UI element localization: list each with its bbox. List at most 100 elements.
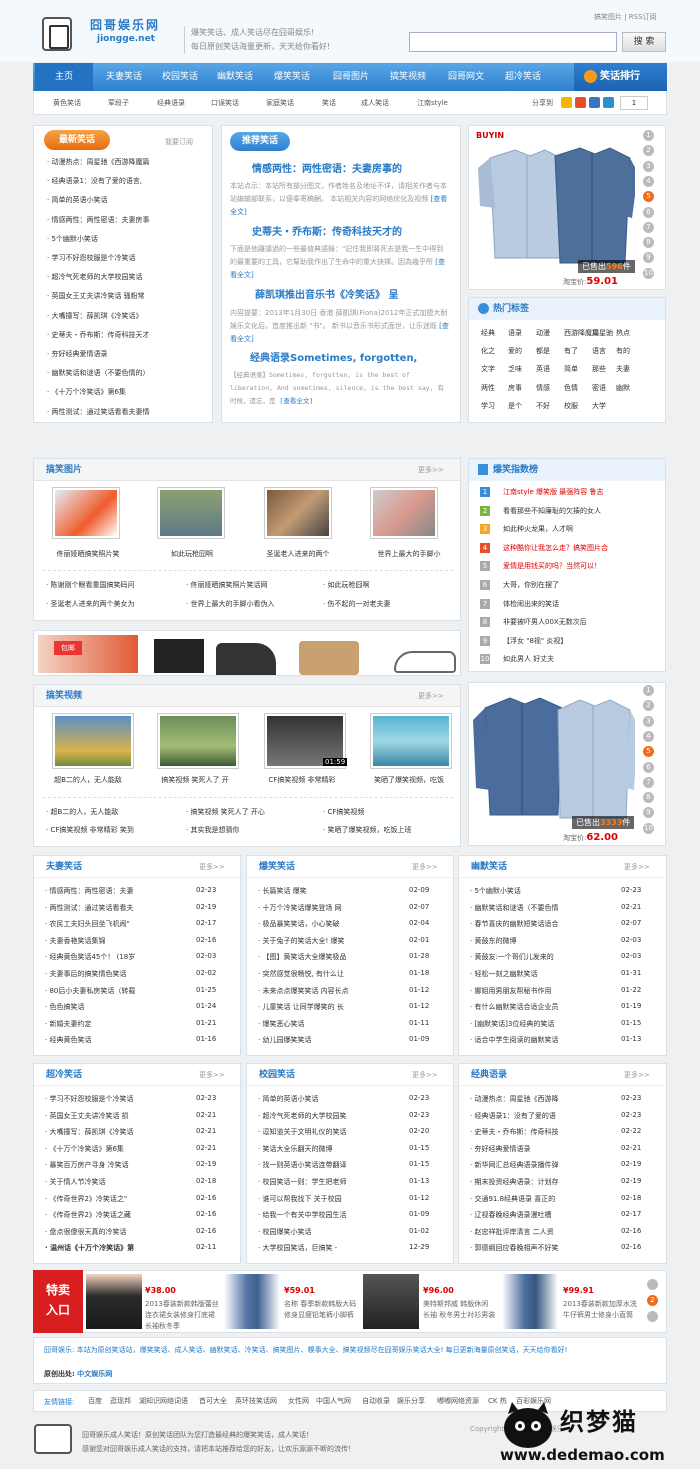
ad-banner[interactable]: 包邮 [33,630,461,676]
weibo-icon[interactable] [575,97,586,108]
product-image[interactable] [470,690,635,825]
subnav-item[interactable]: 笑话 [322,98,336,108]
slider-page-dot[interactable]: 7 [643,776,654,788]
section-item[interactable]: · 英国女王丈夫讲冷笑话 损 [45,1111,191,1121]
section-item[interactable]: · 80后小夫妻私房笑话（转载 [45,986,191,996]
sale-title[interactable]: 特卖 入口 [33,1270,83,1333]
subnav-item[interactable]: 成人笑话 [361,98,389,108]
sale-desc[interactable]: 名称 春季新款韩版大码修身显瘦铅笔裤小脚裤 [284,1299,358,1321]
thumb[interactable] [157,487,225,539]
section-item[interactable]: · 校园笑话一则：学生把老师 [258,1177,404,1187]
slider-page-dot[interactable]: 6 [643,761,654,773]
tag-link[interactable]: 动漫 [536,328,550,338]
section-item[interactable]: · 辽视春晚经典语录漫吐槽 [470,1210,616,1220]
thumb-caption[interactable]: 圣诞老人进来的两个 [253,549,343,559]
list-item[interactable]: · 情感两性：两性密语：夫妻房事 [47,215,207,225]
friend-link[interactable]: 百度 [88,1396,102,1406]
thumb-caption[interactable]: 佟丽娅晒搞笑照片笑 [43,549,133,559]
section-item[interactable]: · 幽默笑话和谜语（不要色情 [470,903,616,913]
section-item[interactable]: · 黄鼓友:一个哥们儿发来的 [470,952,616,962]
section-item[interactable]: · 5个幽默小笑话 [470,886,616,896]
friend-link[interactable]: 嘟嘟网络资源 [437,1396,479,1406]
top-links[interactable]: 搞笑图片 | RSS订阅 [594,12,657,22]
tag-link[interactable]: 学习 [481,401,495,411]
slider-page-dot[interactable]: 4 [643,175,654,187]
section-item[interactable]: · 极品暴笑笑话，小心笑破 [258,919,404,929]
nav-item[interactable]: 幽默笑话 [206,63,264,91]
sale-image[interactable] [224,1274,280,1329]
baidu-icon[interactable] [589,97,600,108]
tag-link[interactable]: 经典 [481,328,495,338]
video-link[interactable]: · 笑晒了爆笑视频，吃饭上班 [323,825,411,835]
thumb[interactable] [264,487,332,539]
rank-item[interactable]: 【浮女 "8视" 炎视】 [503,636,659,646]
recommend-headline[interactable]: 经典语录Sometimes, forgotten, [250,349,417,364]
tag-link[interactable]: 两性 [481,383,495,393]
list-item[interactable]: · 5个幽默小笑话 [47,234,207,244]
qzone-icon[interactable] [561,97,572,108]
section-item[interactable]: · 谁可以帮我找下 关于校园 [258,1194,404,1204]
slider-page-dot[interactable]: 3 [643,715,654,727]
subnav-item[interactable]: 家庭笑话 [266,98,294,108]
section-item[interactable]: · 交通91.8经典语录 喜正的 [470,1194,616,1204]
section-item[interactable]: · 突然感觉很畅悦, 有什么让 [258,969,404,979]
nav-item-home[interactable]: 主页 [35,63,93,91]
friend-link[interactable]: 自动收录 [362,1396,390,1406]
rank-item[interactable]: 看看那些不知廉耻的欠揍的女人 [503,506,659,516]
recommend-headline[interactable]: 薛凯琪推出音乐书《冷笑话》 呈 [255,286,398,301]
tag-link[interactable]: 色情 [564,383,578,393]
tag-link[interactable]: 校服 [564,401,578,411]
tag-link[interactable]: 不好 [536,401,550,411]
section-item[interactable]: · 经典黄色笑话 [45,1035,191,1045]
slider-page-dot[interactable]: 4 [643,730,654,742]
section-item[interactable]: · 十万个冷笑话爆笑登场 网 [258,903,404,913]
slider-page-dot[interactable]: 10 [643,267,654,279]
subnav-item[interactable]: 黄色笑话 [53,98,81,108]
subnav-item[interactable]: 口误笑话 [211,98,239,108]
gallery-link[interactable]: · 圣诞老人进来的两个美女为 [46,599,134,609]
section-item[interactable]: · 关于兔子的笑话大全! 爆笑 [258,936,404,946]
rank-item[interactable]: 这种酷你让我怎么走？搞笑图片合 [503,543,659,553]
section-item[interactable]: · 未来点点爆笑笑话 内容长点 [258,986,404,996]
thumb[interactable] [370,487,438,539]
sale-desc[interactable]: 2013春装新款加厚水洗牛仔裤男士修身小直筒 [563,1299,637,1321]
video-caption[interactable]: 搞笑视频 笑死人了 开 [150,775,240,785]
nav-item[interactable]: 超冷笑话 [494,63,552,91]
list-item[interactable]: · 超冷气死老师的大学校园笑话 [47,272,207,282]
gallery-link[interactable]: · 如此玩枪囧啊 [323,580,369,590]
video-caption[interactable]: CF搞笑视频 非常精彩 [257,775,347,785]
friend-link[interactable]: 逛现邦 [110,1396,131,1406]
subnav-item[interactable]: 荤段子 [108,98,129,108]
slider-page-dot[interactable]: 10 [643,822,654,834]
section-item[interactable]: · 春节喜庆的幽默短笑话适合 [470,919,616,929]
tag-link[interactable]: 语录 [508,328,522,338]
list-item[interactable]: · 动漫热点：周星驰《西游降魔篇 [47,157,207,167]
tag-link[interactable]: 房事 [508,383,522,393]
video-thumb[interactable] [157,713,239,769]
gallery-link[interactable]: · 伤不起的一对老夫妻 [323,599,390,609]
section-item[interactable]: · 新婚夫妻约定 [45,1019,191,1029]
section-item[interactable]: · 娜姐用男朋友帮秘书作用 [470,986,616,996]
list-item[interactable]: · 幽默笑话和谜语（不要色情的） [47,368,207,378]
gallery-link[interactable]: · 世界上最大的手脚小看伪入 [186,599,274,609]
section-item[interactable]: · 黄鼓东的微博 [470,936,616,946]
section-item[interactable]: · 赵忠祥批评岸清言 二人资 [470,1227,616,1237]
section-item[interactable]: · 《传奇世界2》冷笑话之" [45,1194,191,1204]
logo-icon[interactable] [42,17,72,51]
gallery-link[interactable]: · 佟丽娅晒搞笑照片笑话网 [186,580,267,590]
section-item[interactable]: · 经典黄色笑话45个！ (18岁 [45,952,191,962]
section-item[interactable]: · 盘点很傻很天真的冷笑话 [45,1227,191,1237]
thumb[interactable] [52,487,120,539]
friend-link[interactable]: CK 热 [488,1396,507,1406]
section-item[interactable]: · 爆笑恶心笑话 [258,1019,404,1029]
friend-link[interactable]: 百彩娱乐网 [516,1396,551,1406]
subnav-item[interactable]: 经典语录 [157,98,185,108]
list-item[interactable]: · 简单的英语小笑话 [47,195,207,205]
section-item[interactable]: · 夫妻事后的搞笑情色笑话 [45,969,191,979]
section-item[interactable]: · 校园爆笑小笑话 [258,1227,404,1237]
section-item[interactable]: · 《十万个冷笑话》第6集 [45,1144,191,1154]
video-caption[interactable]: 笑晒了爆笑视频，吃饭 [364,775,454,785]
source-link[interactable]: 中文娱乐网 [77,1370,112,1378]
section-item[interactable]: · 有什么幽默笑话合适企业员 [470,1002,616,1012]
section-item[interactable]: · 经典语录1：没有了爱的语 [470,1111,616,1121]
